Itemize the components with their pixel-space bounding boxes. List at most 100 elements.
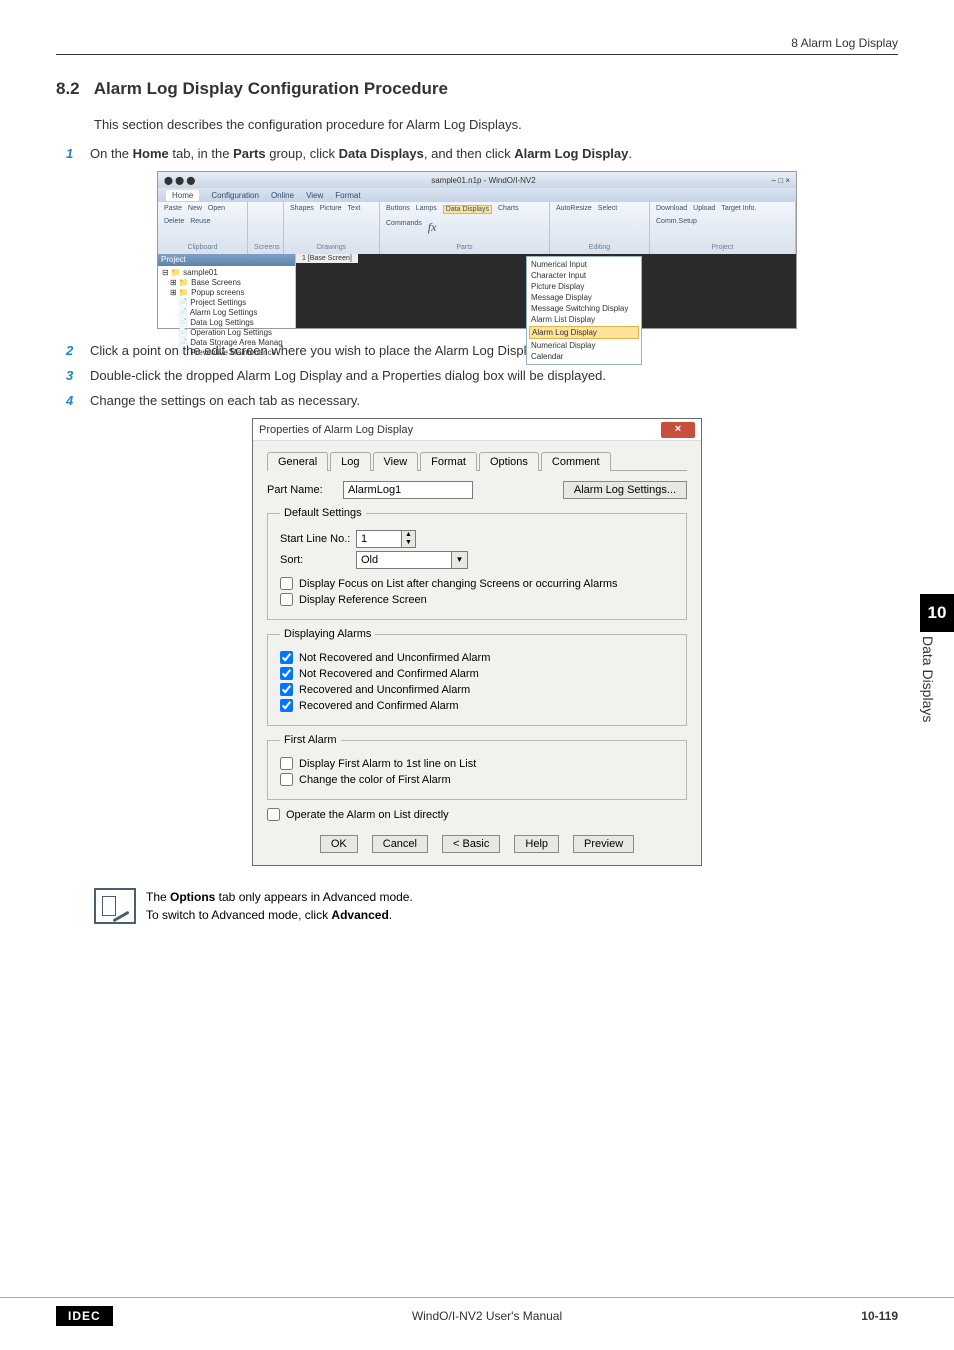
footer-page: 10-119 bbox=[861, 1309, 898, 1323]
app-title: sample01.n1p - WindO/I-NV2 bbox=[431, 176, 536, 185]
btn-autoresize[interactable]: AutoResize bbox=[556, 205, 592, 212]
project-tree[interactable]: Project ⊟ 📁 sample01 ⊞ 📁 Base Screens ⊞ … bbox=[158, 254, 296, 328]
r-conf-checkbox[interactable] bbox=[280, 699, 293, 712]
focus-checkbox[interactable] bbox=[280, 577, 293, 590]
btn-buttons[interactable]: Buttons bbox=[386, 205, 410, 214]
first-alarm-legend: First Alarm bbox=[280, 734, 341, 746]
chapter-side-tab: 10 Data Displays bbox=[920, 594, 954, 722]
change-color-label: Change the color of First Alarm bbox=[299, 774, 451, 786]
display-first-label: Display First Alarm to 1st line on List bbox=[299, 758, 476, 770]
operate-checkbox[interactable] bbox=[267, 808, 280, 821]
alarm-log-settings-button[interactable]: Alarm Log Settings... bbox=[563, 481, 687, 499]
tab-view[interactable]: View bbox=[373, 452, 419, 471]
btn-comm[interactable]: Comm.Setup bbox=[656, 218, 697, 225]
btn-select[interactable]: Select bbox=[598, 205, 617, 212]
tab-comment[interactable]: Comment bbox=[541, 452, 611, 471]
menu-char-input[interactable]: Character Input bbox=[529, 270, 639, 281]
ok-button[interactable]: OK bbox=[320, 835, 358, 853]
menu-num-display[interactable]: Numerical Display bbox=[529, 340, 639, 351]
btn-upload[interactable]: Upload bbox=[693, 205, 715, 212]
displaying-alarms-legend: Displaying Alarms bbox=[280, 628, 375, 640]
btn-download[interactable]: Download bbox=[656, 205, 687, 212]
nr-conf-checkbox[interactable] bbox=[280, 667, 293, 680]
nr-unconf-checkbox[interactable] bbox=[280, 651, 293, 664]
btn-text[interactable]: Text bbox=[348, 205, 361, 212]
tab-format[interactable]: Format bbox=[335, 191, 360, 200]
menu-pic-display[interactable]: Picture Display bbox=[529, 281, 639, 292]
tab-online[interactable]: Online bbox=[271, 191, 294, 200]
nr-conf-label: Not Recovered and Confirmed Alarm bbox=[299, 668, 479, 680]
part-name-input[interactable] bbox=[343, 481, 473, 499]
tab-log[interactable]: Log bbox=[330, 452, 370, 471]
preview-button[interactable]: Preview bbox=[573, 835, 634, 853]
btn-reuse[interactable]: Reuse bbox=[190, 218, 210, 225]
dialog-title: Properties of Alarm Log Display bbox=[259, 424, 413, 436]
footer-logo: IDEC bbox=[56, 1306, 113, 1326]
canvas-tab[interactable]: 1 [Base Screen] bbox=[296, 254, 358, 263]
btn-new[interactable]: New bbox=[188, 205, 202, 212]
app-screenshot: ⬤ ⬤ ⬤ sample01.n1p - WindO/I-NV2 – □ × H… bbox=[157, 171, 797, 329]
help-button[interactable]: Help bbox=[514, 835, 559, 853]
menu-msg-display[interactable]: Message Display bbox=[529, 292, 639, 303]
menu-calendar[interactable]: Calendar bbox=[529, 351, 639, 362]
section-heading: 8.2 Alarm Log Display Configuration Proc… bbox=[56, 79, 898, 99]
tab-config[interactable]: Configuration bbox=[211, 191, 259, 200]
close-icon[interactable]: × bbox=[661, 422, 695, 438]
r-unconf-checkbox[interactable] bbox=[280, 683, 293, 696]
edit-canvas[interactable]: 1 [Base Screen] Numerical Input Characte… bbox=[296, 254, 796, 328]
section-title-text: Alarm Log Display Configuration Procedur… bbox=[94, 79, 448, 98]
step-1-number: 1 bbox=[66, 146, 90, 161]
change-color-checkbox[interactable] bbox=[280, 773, 293, 786]
start-line-label: Start Line No.: bbox=[280, 533, 356, 545]
sort-label: Sort: bbox=[280, 554, 356, 566]
btn-commands[interactable]: Commands bbox=[386, 220, 422, 235]
r-unconf-label: Recovered and Unconfirmed Alarm bbox=[299, 684, 470, 696]
tab-view[interactable]: View bbox=[306, 191, 323, 200]
section-intro: This section describes the configuration… bbox=[94, 117, 898, 132]
step-3: 3 Double-click the dropped Alarm Log Dis… bbox=[66, 368, 898, 383]
data-displays-menu: Numerical Input Character Input Picture … bbox=[526, 256, 642, 365]
cancel-button[interactable]: Cancel bbox=[372, 835, 428, 853]
chapter-label: Data Displays bbox=[920, 636, 936, 722]
r-conf-label: Recovered and Confirmed Alarm bbox=[299, 700, 459, 712]
menu-num-input[interactable]: Numerical Input bbox=[529, 259, 639, 270]
start-line-spinner[interactable]: ▲▼ bbox=[356, 530, 416, 548]
btn-picture[interactable]: Picture bbox=[320, 205, 342, 212]
grp-project-label: Project bbox=[656, 244, 789, 251]
page-header: 8 Alarm Log Display bbox=[56, 36, 898, 55]
sort-select[interactable]: ▼ bbox=[356, 551, 468, 569]
chapter-number: 10 bbox=[920, 594, 954, 632]
btn-charts[interactable]: Charts bbox=[498, 205, 519, 214]
properties-dialog: Properties of Alarm Log Display × Genera… bbox=[252, 418, 702, 866]
btn-data-displays[interactable]: Data Displays bbox=[443, 205, 492, 214]
nr-unconf-label: Not Recovered and Unconfirmed Alarm bbox=[299, 652, 490, 664]
btn-delete[interactable]: Delete bbox=[164, 218, 184, 225]
display-first-checkbox[interactable] bbox=[280, 757, 293, 770]
btn-shapes[interactable]: Shapes bbox=[290, 205, 314, 212]
tab-options[interactable]: Options bbox=[479, 452, 539, 471]
step-4-number: 4 bbox=[66, 393, 90, 408]
focus-checkbox-label: Display Focus on List after changing Scr… bbox=[299, 578, 618, 590]
btn-lamps[interactable]: Lamps bbox=[416, 205, 437, 214]
default-settings-legend: Default Settings bbox=[280, 507, 366, 519]
step-2: 2 Click a point on the edit screen where… bbox=[66, 343, 898, 358]
menu-msg-switch[interactable]: Message Switching Display bbox=[529, 303, 639, 314]
basic-button[interactable]: < Basic bbox=[442, 835, 500, 853]
btn-target[interactable]: Target Info. bbox=[721, 205, 756, 212]
operate-checkbox-label: Operate the Alarm on List directly bbox=[286, 809, 449, 821]
tab-format[interactable]: Format bbox=[420, 452, 477, 471]
grp-drawings-label: Drawings bbox=[290, 244, 373, 251]
btn-open[interactable]: Open bbox=[208, 205, 225, 212]
note-box: The Options tab only appears in Advanced… bbox=[94, 888, 898, 924]
btn-paste[interactable]: Paste bbox=[164, 205, 182, 212]
menu-alarm-list[interactable]: Alarm List Display bbox=[529, 314, 639, 325]
dialog-tabs: General Log View Format Options Comment bbox=[267, 451, 687, 471]
step-4: 4 Change the settings on each tab as nec… bbox=[66, 393, 898, 408]
tab-general[interactable]: General bbox=[267, 452, 328, 471]
menu-alarm-log[interactable]: Alarm Log Display bbox=[529, 326, 639, 339]
reference-checkbox[interactable] bbox=[280, 593, 293, 606]
grp-editing-label: Editing bbox=[556, 244, 643, 251]
grp-screens-label: Screens bbox=[254, 244, 277, 251]
tab-home[interactable]: Home bbox=[166, 190, 199, 201]
footer-title: WindO/I-NV2 User's Manual bbox=[113, 1309, 862, 1323]
